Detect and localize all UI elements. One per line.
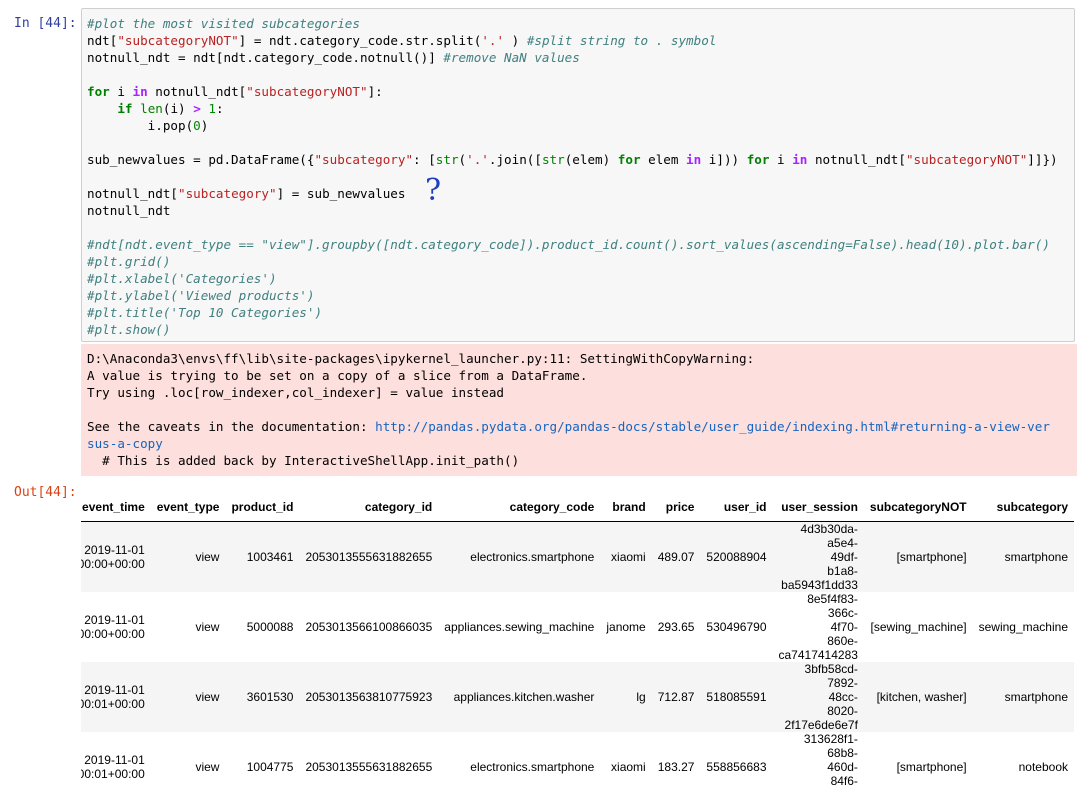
table-cell: 2053013563810775923: [305, 690, 433, 704]
code-line: #ndt[ndt.event_type == "view"].groupby([…: [87, 237, 1050, 252]
column-header-event_type: event_type: [150, 493, 226, 522]
table-cell: 8e5f4f83- 366c- 4f70- 860e-ca7417414283: [778, 592, 858, 662]
code-line: for i in notnull_ndt["subcategoryNOT"]:: [87, 84, 383, 99]
dataframe-table: event_time event_type product_id category_i…: [81, 493, 1074, 786]
code-line: i.pop(0): [87, 118, 209, 133]
table-cell: view: [195, 620, 220, 634]
table-cell: lg: [636, 690, 646, 704]
code-line: #plt.grid(): [87, 254, 171, 269]
column-header-product_id: product_id: [225, 493, 300, 522]
code-line: notnull_ndt["subcategory"] = sub_newvalu…: [87, 186, 406, 201]
column-header-subcategoryNOT: subcategoryNOT: [863, 493, 973, 522]
code-line: notnull_ndt: [87, 203, 171, 218]
table-cell: 293.65: [657, 620, 695, 634]
column-header-event_time: event_time: [81, 493, 151, 522]
table-cell: view: [195, 550, 220, 564]
table-cell: 2019-11-01 00:00:01+00:00: [81, 683, 145, 711]
code-editor[interactable]: #plot the most visited subcategories ndt[…: [87, 15, 1058, 338]
table-cell: 4d3b30da-a5e4- 49df-b1a8- ba5943f1dd33: [781, 522, 858, 592]
table-cell: 518085591: [706, 690, 767, 704]
table-cell: 712.87: [657, 690, 695, 704]
code-line: #plot the most visited subcategories: [87, 16, 360, 31]
table-cell: 558856683: [706, 760, 767, 774]
table-cell: view: [195, 690, 220, 704]
code-line: #plt.ylabel('Viewed products'): [87, 288, 315, 303]
table-cell: 530496790: [706, 620, 767, 634]
table-row: 2019-11-01 00:00:00+00:00 view 5000088 2053…: [81, 592, 1074, 662]
code-line: #plt.show(): [87, 322, 171, 337]
table-cell: sewing_machine: [978, 620, 1068, 634]
table-cell: xiaomi: [611, 760, 646, 774]
table-cell: [smartphone]: [896, 760, 967, 774]
code-line: notnull_ndt = ndt[ndt.category_code.notn…: [87, 50, 580, 65]
out-prompt: Out[44]:: [14, 485, 77, 500]
code-line: #plt.xlabel('Categories'): [87, 271, 277, 286]
table-cell: 2053013555631882655: [305, 550, 433, 564]
table-header-row: event_time event_type product_id category_i…: [81, 493, 1074, 522]
in-prompt: In [44]:: [14, 16, 77, 31]
table-cell: 5000088: [246, 620, 294, 634]
table-cell: 2019-11-01 00:00:01+00:00: [81, 753, 145, 781]
table-cell: 520088904: [706, 550, 767, 564]
table-cell: 3601530: [246, 690, 294, 704]
table-cell: xiaomi: [611, 550, 646, 564]
table-cell: 3bfb58cd- 7892- 48cc- 8020- 2f17e6de6e7f: [784, 662, 858, 732]
table-cell: 489.07: [657, 550, 695, 564]
table-cell: 313628f1-68b8-460d-84f6-cec7a8796ef2: [803, 732, 858, 786]
table-cell: [smartphone]: [896, 550, 967, 564]
table-cell: 1004775: [246, 760, 294, 774]
table-cell: [sewing_machine]: [870, 620, 967, 634]
code-line: if len(i) > 1:: [117, 101, 224, 116]
table-cell: view: [195, 760, 220, 774]
table-cell: electronics.smartphone: [470, 760, 595, 774]
column-header-subcategory: subcategory: [972, 493, 1074, 522]
table-cell: 2019-11-01 00:00:00+00:00: [81, 613, 145, 641]
column-header-brand: brand: [600, 493, 652, 522]
table-cell: electronics.smartphone: [470, 550, 595, 564]
code-cell[interactable]: #plot the most visited subcategories ndt[…: [81, 8, 1075, 342]
table-row: 2019-11-01 00:00:01+00:00 view 3601530 2053…: [81, 662, 1074, 732]
table-cell: 2053013555631882655: [305, 760, 433, 774]
stderr-output: D:\Anaconda3\envs\ff\lib\site-packages\i…: [81, 344, 1077, 476]
annotation-question-mark: ?: [425, 173, 442, 208]
table-row: 2019-11-01 00:00:01+00:00 view 1004775 2053…: [81, 732, 1074, 786]
table-cell: notebook: [1018, 760, 1068, 774]
table-cell: smartphone: [1004, 550, 1068, 564]
column-header-category_code: category_code: [438, 493, 601, 522]
column-header-category_id: category_id: [299, 493, 439, 522]
output-area: event_time event_type product_id category_i…: [81, 486, 1081, 786]
table-cell: appliances.sewing_machine: [444, 620, 595, 634]
table-cell: 183.27: [657, 760, 695, 774]
table-cell: [kitchen, washer]: [876, 690, 967, 704]
table-row: 2019-11-01 00:00:00+00:00 view 1003461 2053…: [81, 521, 1074, 592]
column-header-user_session: user_session: [772, 493, 864, 522]
table-cell: smartphone: [1004, 690, 1068, 704]
table-cell: janome: [606, 620, 646, 634]
code-line: ndt["subcategoryNOT"] = ndt.category_cod…: [87, 33, 717, 48]
column-header-user_id: user_id: [700, 493, 773, 522]
warning-text: D:\Anaconda3\envs\ff\lib\site-packages\i…: [87, 351, 1050, 468]
code-line: #plt.title('Top 10 Categories'): [87, 305, 323, 320]
column-header-price: price: [651, 493, 701, 522]
table-cell: 2019-11-01 00:00:00+00:00: [81, 543, 145, 571]
table-cell: 2053013566100866035: [305, 620, 433, 634]
table-cell: appliances.kitchen.washer: [453, 690, 595, 704]
code-line: sub_newvalues = pd.DataFrame({"subcatego…: [87, 152, 1058, 167]
table-cell: 1003461: [246, 550, 294, 564]
